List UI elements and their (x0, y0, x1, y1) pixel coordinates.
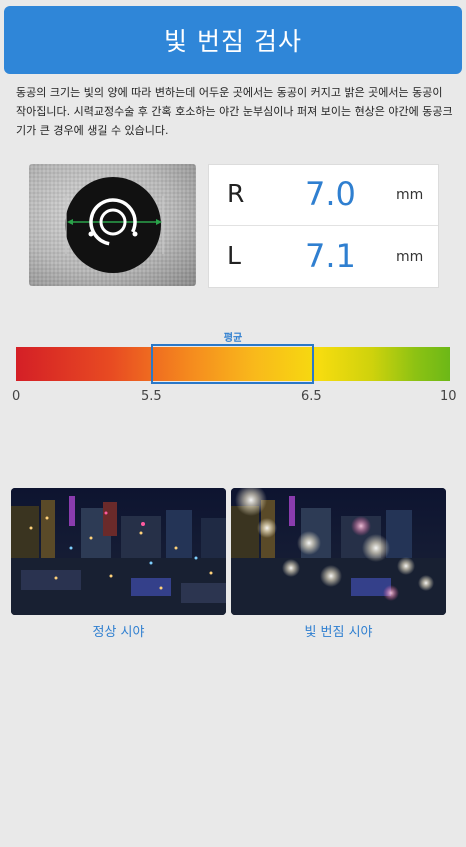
normal-vision-caption: 정상 시야 (92, 625, 145, 640)
description-text: 동공의 크기는 빛의 양에 따라 변하는데 어두운 곳에서는 동공이 커지고 밝… (16, 86, 453, 137)
normal-vision-image (11, 488, 226, 615)
glare-vision-caption: 빛 번짐 시야 (304, 625, 373, 640)
average-range-marker (151, 344, 314, 384)
scale-tick-0: 0 (12, 389, 21, 404)
right-eye-row: R 7.0 mm (209, 165, 438, 226)
left-eye-unit: mm (396, 249, 424, 265)
average-label: 평균 (223, 333, 243, 344)
left-eye-label: L (227, 241, 241, 270)
glare-vision-image (231, 488, 446, 615)
page-title: 빛 번짐 검사 (164, 27, 302, 56)
pupil-photo (29, 164, 196, 286)
left-eye-value: 7.1 (305, 237, 356, 275)
scale-tick-6-5: 6.5 (301, 389, 322, 404)
app-header: 빛 번짐 검사 (4, 6, 462, 74)
right-eye-label: R (227, 179, 245, 208)
right-eye-unit: mm (396, 187, 424, 203)
right-eye-value: 7.0 (305, 175, 356, 213)
left-eye-row: L 7.1 mm (209, 227, 438, 288)
scale-tick-5-5: 5.5 (141, 389, 162, 404)
pupil-measurement-panel: R 7.0 mm L 7.1 mm (208, 164, 439, 288)
scale-tick-10: 10 (440, 389, 457, 404)
pupil-measure-icon (65, 177, 164, 273)
